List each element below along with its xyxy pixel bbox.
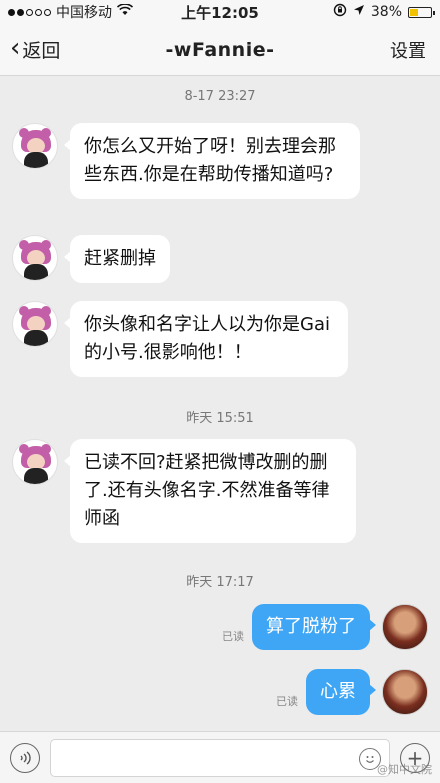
avatar[interactable] [12, 123, 58, 169]
avatar[interactable] [382, 604, 428, 650]
message-row-outgoing: 已读 心累 [276, 669, 428, 715]
chat-area[interactable]: 8-17 23:27 你怎么又开始了呀！别去理会那些东西.你是在帮助传播知道吗?… [0, 77, 440, 731]
timestamp: 昨天 15:51 [186, 411, 254, 426]
back-label: 返回 [22, 40, 61, 62]
message-row-incoming: 已读不回?赶紧把微博改删的删了.还有头像名字.不然准备等律师函 [12, 439, 356, 543]
avatar[interactable] [12, 301, 58, 347]
read-receipt: 已读 [276, 695, 298, 708]
avatar[interactable] [12, 439, 58, 485]
message-bubble[interactable]: 赶紧删掉 [64, 235, 170, 283]
location-icon [353, 4, 365, 20]
status-right: 38% [282, 3, 435, 21]
input-bar: + @知中文院 [0, 731, 440, 783]
read-receipt: 已读 [222, 630, 244, 643]
battery-icon [408, 6, 435, 18]
wifi-icon [116, 3, 134, 20]
status-bar: 中国移动 上午12:05 38% [0, 0, 440, 24]
battery-percent: 38% [370, 4, 402, 20]
message-bubble[interactable]: 算了脱粉了 [252, 604, 376, 650]
avatar[interactable] [12, 235, 58, 281]
message-input-box [50, 738, 390, 777]
signal-icon [8, 8, 51, 16]
message-bubble[interactable]: 已读不回?赶紧把微博改删的删了.还有头像名字.不然准备等律师函 [64, 439, 356, 543]
nav-bar: ‹ 返回 -wFannie- 设置 [0, 24, 440, 76]
message-input[interactable] [51, 739, 389, 776]
voice-icon[interactable] [10, 742, 40, 773]
orientation-lock-icon [333, 3, 347, 21]
back-button[interactable]: ‹ 返回 [0, 33, 120, 63]
message-bubble[interactable]: 心累 [306, 669, 376, 715]
message-bubble[interactable]: 你头像和名字让人以为你是Gai的小号.很影响他！！ [64, 301, 348, 377]
message-row-incoming: 赶紧删掉 [12, 235, 170, 283]
avatar[interactable] [382, 669, 428, 715]
watermark: @知中文院 [377, 763, 432, 776]
timestamp: 昨天 17:17 [186, 575, 254, 590]
message-row-incoming: 你怎么又开始了呀！别去理会那些东西.你是在帮助传播知道吗? [12, 123, 360, 199]
timestamp: 8-17 23:27 [184, 89, 256, 104]
chat-title: -wFannie- [165, 38, 275, 61]
carrier-name: 中国移动 [56, 5, 112, 21]
message-row-outgoing: 已读 算了脱粉了 [222, 604, 428, 650]
chevron-left-icon: ‹ [10, 33, 21, 63]
carrier-area: 中国移动 [8, 2, 158, 22]
status-time: 上午12:05 [181, 3, 259, 22]
settings-button[interactable]: 设置 [320, 37, 440, 63]
message-bubble[interactable]: 你怎么又开始了呀！别去理会那些东西.你是在帮助传播知道吗? [64, 123, 360, 199]
message-row-incoming: 你头像和名字让人以为你是Gai的小号.很影响他！！ [12, 301, 348, 377]
